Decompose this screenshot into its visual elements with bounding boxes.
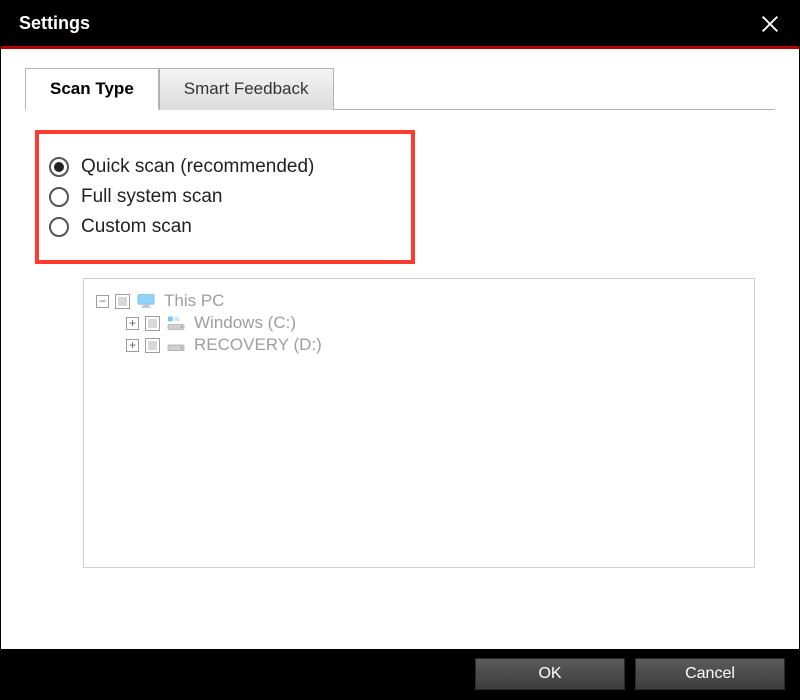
tree-label: RECOVERY (D:) — [194, 335, 322, 355]
radio-icon — [49, 157, 69, 177]
tab-bar: Scan Type Smart Feedback — [25, 67, 775, 110]
tree-node-this-pc[interactable]: − This PC — [96, 291, 742, 311]
button-label: Cancel — [685, 665, 735, 683]
tab-label: Scan Type — [50, 79, 134, 98]
cancel-button[interactable]: Cancel — [635, 658, 785, 690]
radio-quick-scan[interactable]: Quick scan (recommended) — [49, 156, 401, 178]
monitor-icon — [136, 293, 156, 309]
tree-label: Windows (C:) — [194, 313, 296, 333]
tree-node-drive-c[interactable]: + Windows (C:) — [126, 313, 742, 333]
tree-checkbox[interactable] — [145, 316, 160, 331]
tab-label: Smart Feedback — [184, 79, 309, 98]
tree-label: This PC — [164, 291, 224, 311]
dialog-footer: OK Cancel — [1, 649, 799, 699]
radio-custom-scan[interactable]: Custom scan — [49, 216, 401, 238]
button-label: OK — [538, 665, 561, 683]
radio-icon — [49, 187, 69, 207]
radio-label: Quick scan (recommended) — [81, 156, 314, 178]
radio-full-system-scan[interactable]: Full system scan — [49, 186, 401, 208]
tree-node-drive-d[interactable]: + RECOVERY (D:) — [126, 335, 742, 355]
ok-button[interactable]: OK — [475, 658, 625, 690]
scan-type-radio-group: Quick scan (recommended) Full system sca… — [35, 130, 415, 264]
plus-icon[interactable]: + — [126, 339, 139, 352]
drive-icon — [166, 337, 186, 353]
close-icon[interactable] — [759, 13, 781, 35]
dialog-title: Settings — [19, 13, 90, 34]
titlebar: Settings — [1, 1, 799, 49]
drive-icon — [166, 315, 186, 331]
dialog-content: Scan Type Smart Feedback Quick scan (rec… — [1, 49, 799, 649]
settings-dialog: Settings Scan Type Smart Feedback Quick … — [0, 0, 800, 700]
custom-scan-tree: − This PC + — [83, 278, 755, 568]
plus-icon[interactable]: + — [126, 317, 139, 330]
tree-checkbox[interactable] — [145, 338, 160, 353]
radio-label: Custom scan — [81, 216, 192, 238]
tab-panel-scan-type: Quick scan (recommended) Full system sca… — [25, 110, 775, 649]
tab-scan-type[interactable]: Scan Type — [25, 68, 159, 110]
tab-smart-feedback[interactable]: Smart Feedback — [159, 68, 334, 110]
radio-icon — [49, 217, 69, 237]
minus-icon[interactable]: − — [96, 295, 109, 308]
radio-label: Full system scan — [81, 186, 222, 208]
tree-checkbox[interactable] — [115, 294, 130, 309]
